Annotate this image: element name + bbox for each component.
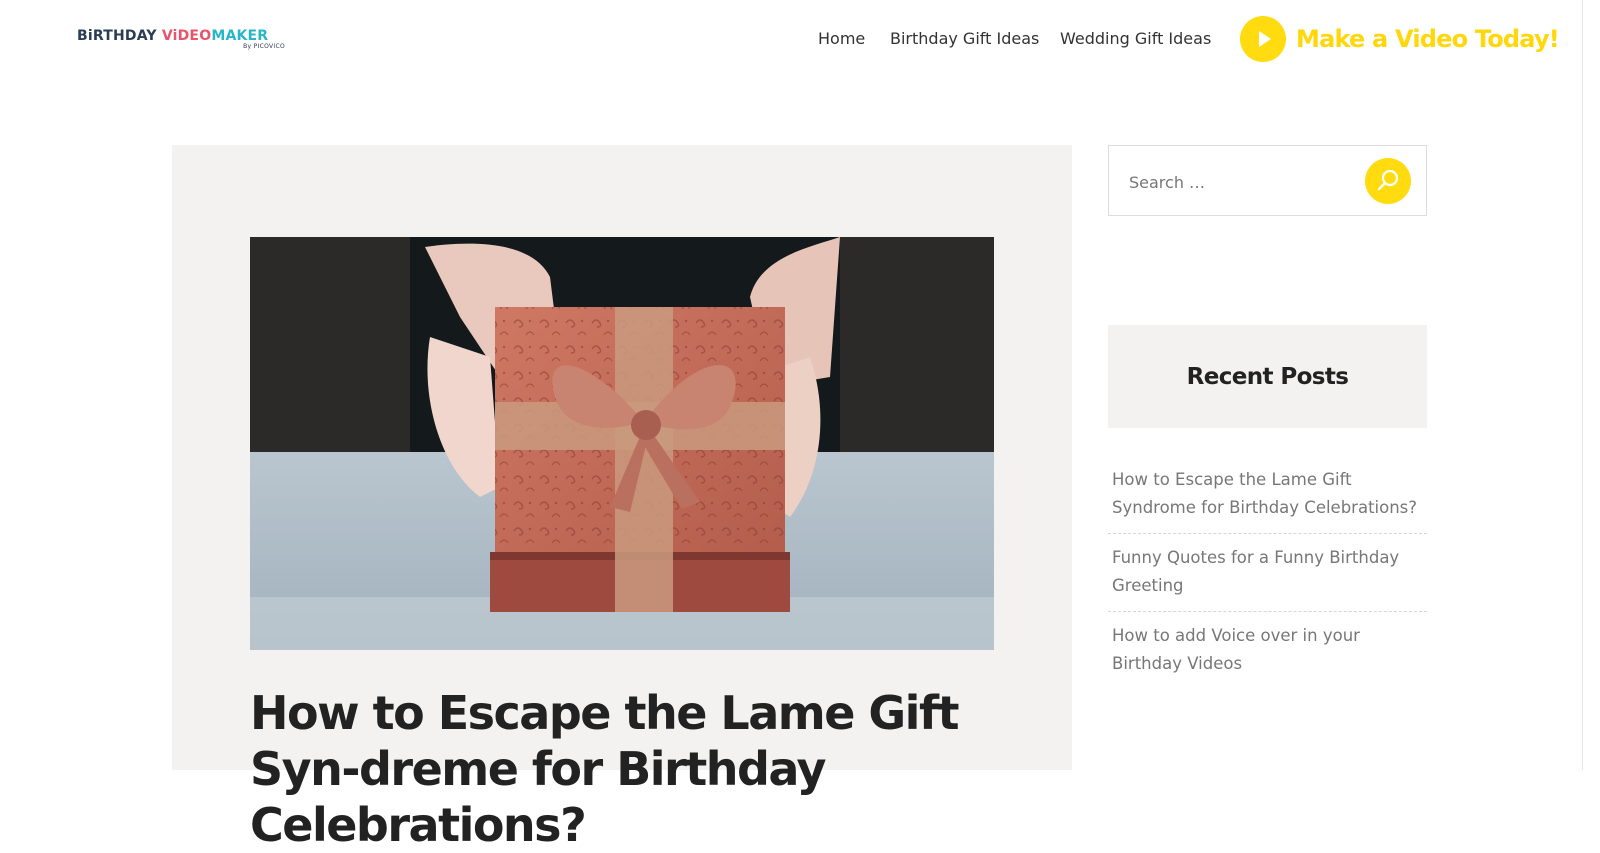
gift-box-photo [250,237,994,650]
play-icon[interactable] [1240,16,1286,62]
recent-post-link[interactable]: How to add Voice over in your Birthday V… [1112,612,1423,689]
logo-word-maker: MAKER [211,28,269,44]
search-button[interactable] [1365,158,1411,204]
site-logo[interactable]: BiRTHDAY ViDEOMAKER By PICOVICO [77,28,287,58]
recent-posts-heading: Recent Posts [1186,363,1349,390]
logo-word-video: ViDEO [161,28,212,44]
make-video-cta[interactable]: Make a Video Today! [1240,16,1560,62]
logo-byline: By PICOVICO [243,43,285,50]
recent-post-link[interactable]: How to Escape the Lame Gift Syndrome for… [1112,465,1423,533]
nav-birthday-gift-ideas[interactable]: Birthday Gift Ideas [890,29,1039,48]
search-input[interactable] [1127,166,1351,198]
recent-posts-header: Recent Posts [1108,325,1427,428]
post-title[interactable]: How to Escape the Lame Gift Syn-dreme fo… [250,685,994,853]
make-video-cta-label[interactable]: Make a Video Today! [1296,25,1560,53]
list-item: How to add Voice over in your Birthday V… [1108,612,1427,689]
recent-posts-list: How to Escape the Lame Gift Syndrome for… [1108,465,1427,689]
list-item: How to Escape the Lame Gift Syndrome for… [1108,465,1427,534]
nav-wedding-gift-ideas[interactable]: Wedding Gift Ideas [1060,29,1211,48]
nav-home[interactable]: Home [818,29,865,48]
logo-wordmark: BiRTHDAY ViDEOMAKER [77,28,287,44]
list-item: Funny Quotes for a Funny Birthday Greeti… [1108,534,1427,612]
scrollbar-track[interactable] [1582,0,1583,770]
article-card: How to Escape the Lame Gift Syn-dreme fo… [172,145,1072,852]
logo-word-birthday: BiRTHDAY [77,28,157,44]
featured-image[interactable] [250,237,994,650]
recent-post-link[interactable]: Funny Quotes for a Funny Birthday Greeti… [1112,534,1423,611]
search-icon [1377,169,1399,191]
search-widget [1108,145,1427,216]
